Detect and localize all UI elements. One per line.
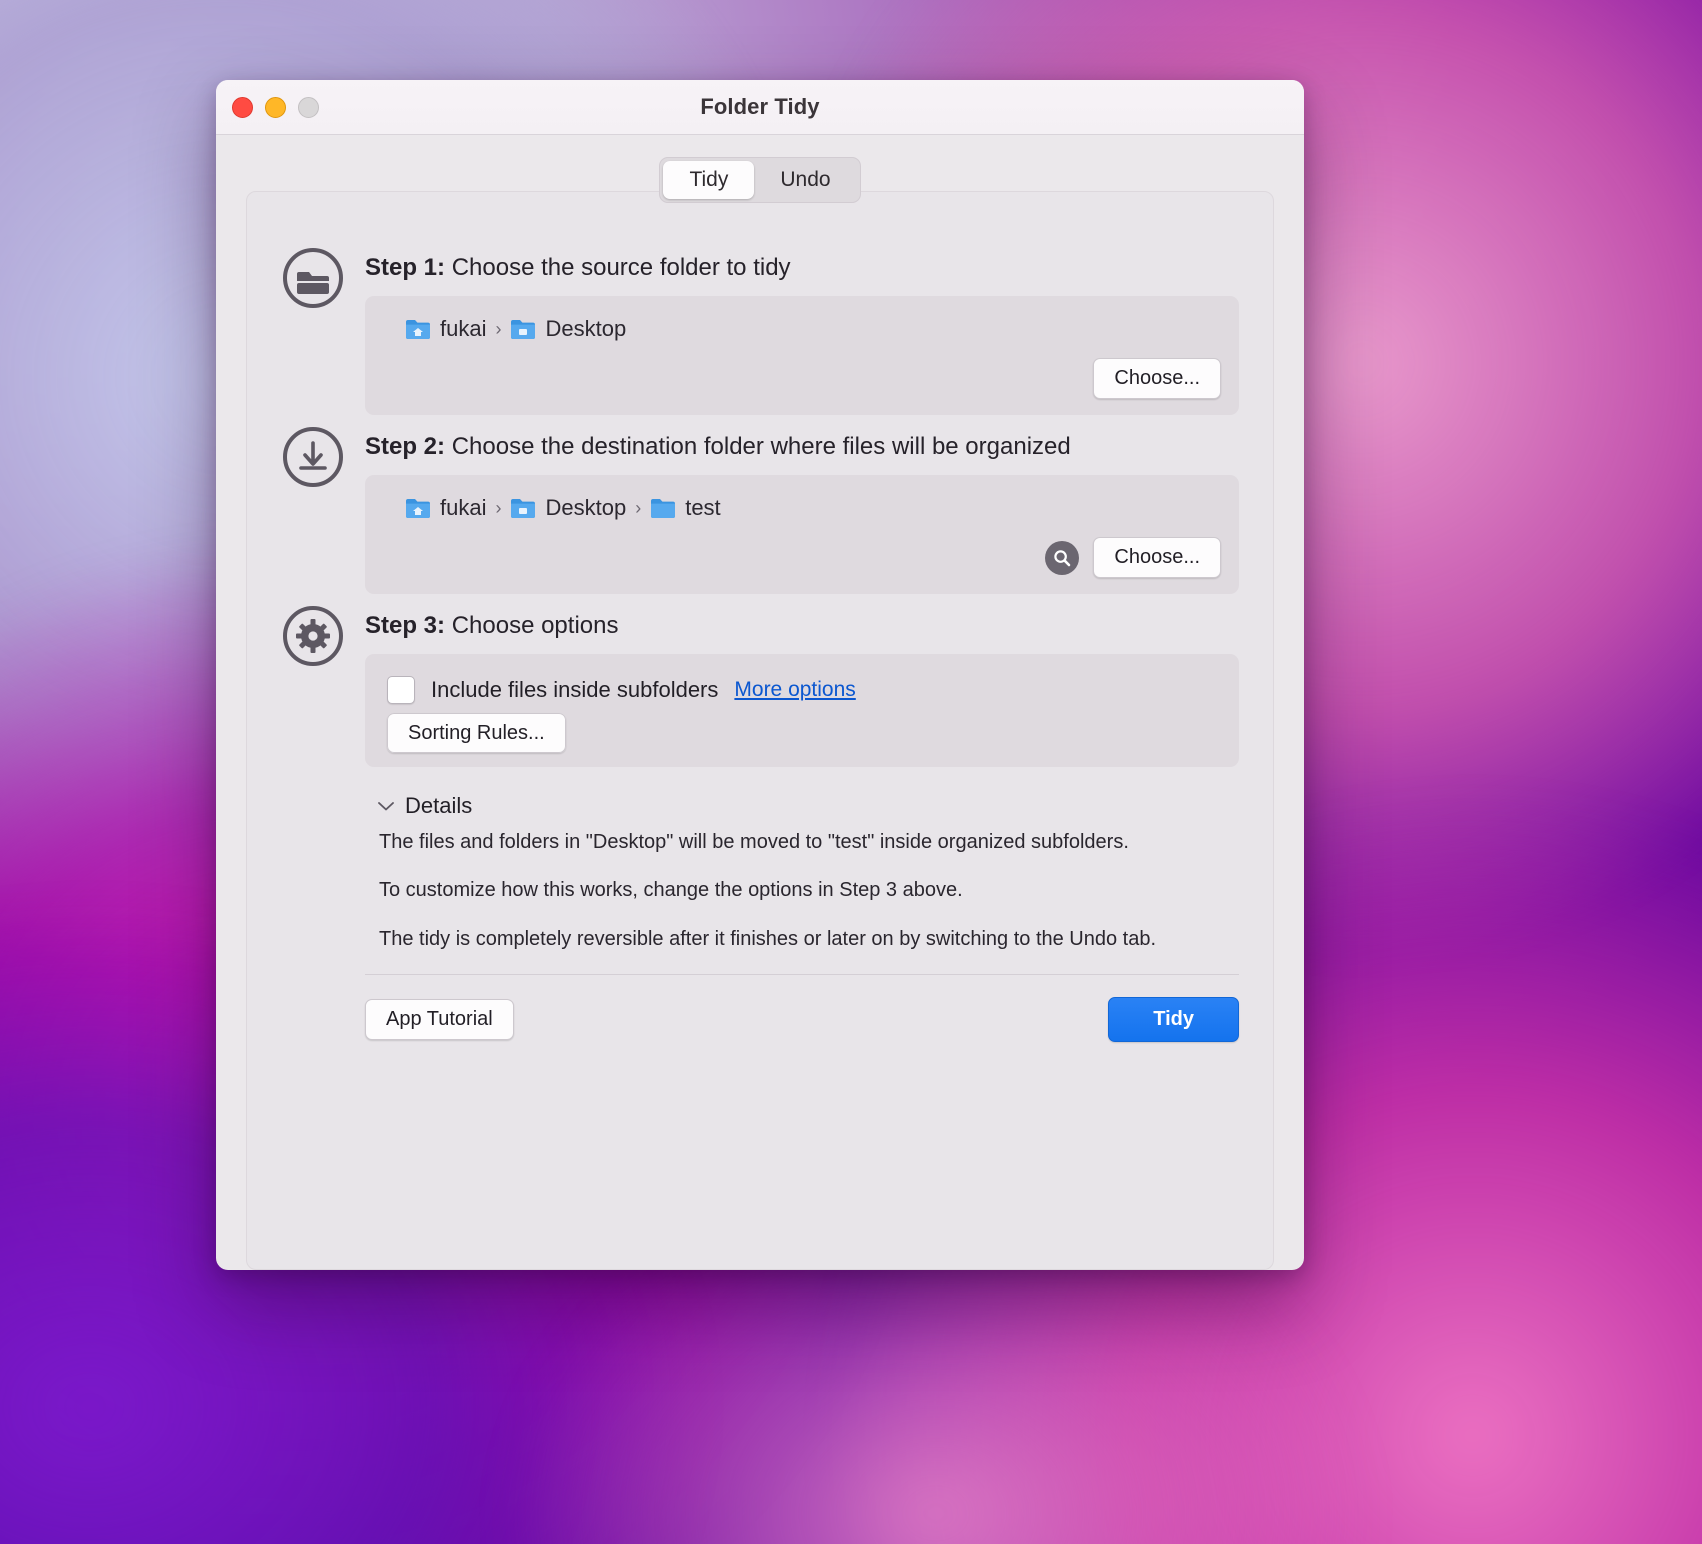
- footer-bar: App Tutorial Tidy: [365, 975, 1239, 1068]
- destination-choose-button[interactable]: Choose...: [1093, 537, 1221, 578]
- search-icon[interactable]: [1045, 540, 1080, 575]
- app-window: Folder Tidy Tidy Undo Step 1: Choose the…: [216, 80, 1304, 1270]
- step-1-number: Step 1:: [365, 254, 446, 281]
- dest-crumb-test-label: test: [685, 495, 721, 520]
- step-1: Step 1: Choose the source folder to tidy: [281, 244, 1239, 415]
- folder-icon: [511, 499, 536, 518]
- include-subfolders-checkbox[interactable]: [387, 676, 415, 704]
- dest-crumb-test[interactable]: test: [650, 495, 721, 521]
- step-2-number: Step 2:: [365, 433, 446, 460]
- title-bar: Folder Tidy: [216, 80, 1304, 135]
- path-separator: ›: [495, 497, 502, 518]
- more-options-link[interactable]: More options: [734, 678, 855, 702]
- details-paragraph-1: The files and folders in "Desktop" will …: [379, 831, 1129, 853]
- path-separator: ›: [635, 497, 642, 518]
- crumb-fukai-label: fukai: [440, 316, 487, 341]
- details-paragraph-3: The tidy is completely reversible after …: [379, 927, 1157, 950]
- folder-circle-icon: [281, 246, 345, 310]
- step-1-text: Choose the source folder to tidy: [451, 254, 791, 281]
- download-circle-icon: [281, 425, 345, 489]
- step-2: Step 2: Choose the destination folder wh…: [281, 423, 1239, 594]
- tidy-button[interactable]: Tidy: [1108, 997, 1239, 1043]
- gear-circle-icon: [281, 604, 345, 668]
- sorting-rules-button[interactable]: Sorting Rules...: [387, 713, 566, 753]
- minimize-button[interactable]: [265, 96, 286, 118]
- app-tutorial-button[interactable]: App Tutorial: [365, 999, 514, 1041]
- destination-path-breadcrumb[interactable]: fukai › Desktop › test: [383, 491, 1221, 523]
- tab-undo[interactable]: Undo: [754, 161, 856, 199]
- crumb-desktop[interactable]: Desktop: [510, 316, 626, 342]
- step-1-panel: fukai › Desktop Choose...: [365, 296, 1239, 415]
- step-3-panel: Include files inside subfolders More opt…: [365, 654, 1239, 767]
- chevron-down-icon: [378, 802, 394, 811]
- step-2-text: Choose the destination folder where file…: [451, 433, 1071, 460]
- details-title: Details: [405, 793, 473, 818]
- tab-tidy[interactable]: Tidy: [663, 161, 755, 199]
- folder-icon: [651, 499, 676, 518]
- path-separator: ›: [495, 318, 502, 339]
- dest-crumb-desktop-label: Desktop: [545, 495, 627, 520]
- details-disclosure[interactable]: Details: [377, 793, 1239, 819]
- step-1-title: Step 1: Choose the source folder to tidy: [365, 254, 1239, 282]
- dest-crumb-fukai[interactable]: fukai: [405, 495, 486, 521]
- step-3: Step 3: Choose options Include files ins…: [281, 602, 1239, 1068]
- window-title: Folder Tidy: [700, 94, 820, 119]
- step-2-title: Step 2: Choose the destination folder wh…: [365, 433, 1239, 461]
- zoom-button[interactable]: [298, 96, 319, 118]
- crumb-fukai[interactable]: fukai: [405, 316, 486, 342]
- step-3-title: Step 3: Choose options: [365, 612, 1239, 640]
- tab-group: Tidy Undo: [659, 157, 861, 203]
- traffic-lights: [232, 80, 319, 134]
- close-button[interactable]: [232, 96, 253, 118]
- source-choose-button[interactable]: Choose...: [1093, 358, 1221, 399]
- tab-bar: Tidy Undo: [246, 157, 1274, 203]
- dest-crumb-fukai-label: fukai: [440, 495, 487, 520]
- crumb-desktop-label: Desktop: [545, 316, 627, 341]
- step-3-number: Step 3:: [365, 612, 446, 639]
- home-folder-icon: [406, 499, 430, 518]
- source-path-breadcrumb[interactable]: fukai › Desktop: [383, 312, 1221, 344]
- folder-icon: [511, 320, 536, 339]
- dest-crumb-desktop[interactable]: Desktop: [510, 495, 626, 521]
- details-paragraph-2: To customize how this works, change the …: [379, 879, 963, 902]
- home-folder-icon: [406, 320, 430, 339]
- main-card: Step 1: Choose the source folder to tidy: [246, 191, 1274, 1270]
- step-3-text: Choose options: [451, 612, 619, 639]
- step-2-panel: fukai › Desktop › test Choose...: [365, 475, 1239, 594]
- details-body: The files and folders in "Desktop" will …: [379, 829, 1239, 952]
- options-row: Include files inside subfolders More opt…: [387, 676, 1221, 704]
- include-subfolders-label: Include files inside subfolders: [431, 677, 719, 702]
